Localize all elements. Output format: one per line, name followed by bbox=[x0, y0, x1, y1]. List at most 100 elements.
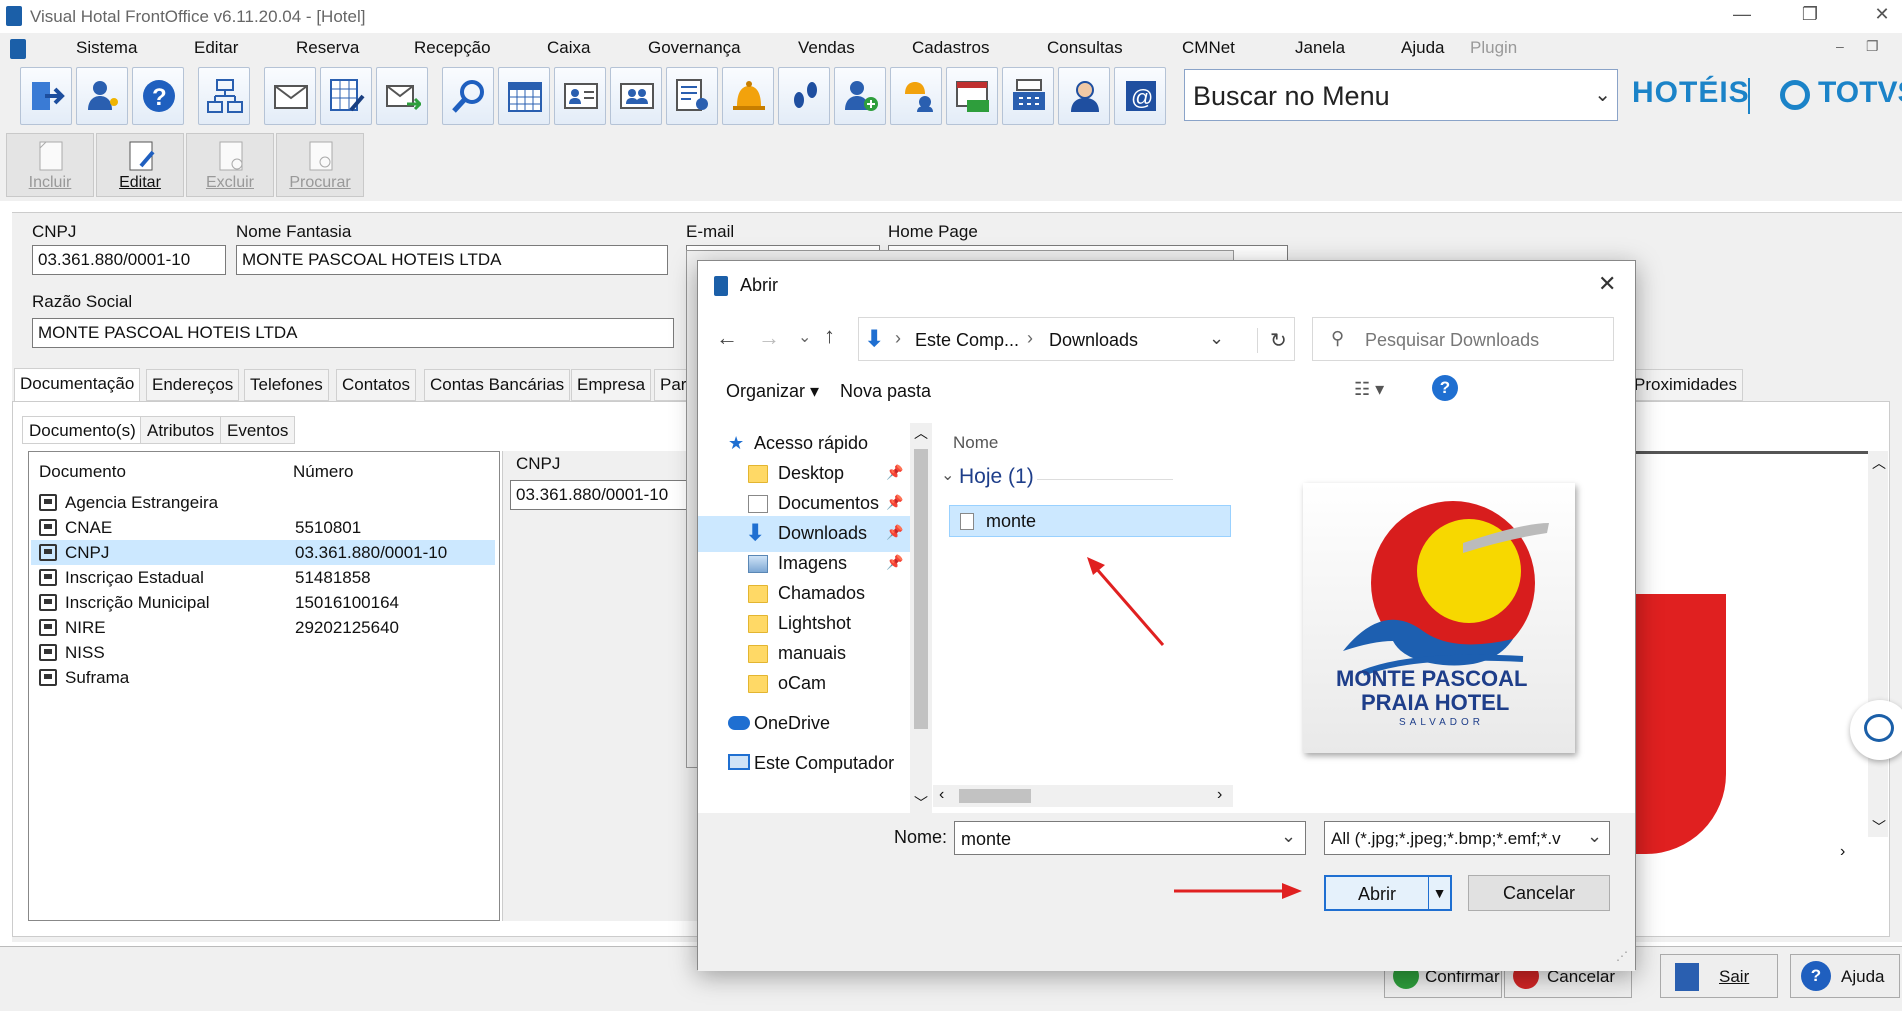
incluir-button[interactable]: Incluir bbox=[6, 133, 94, 197]
chat-widget-button[interactable] bbox=[1850, 700, 1902, 760]
list-item[interactable]: Inscriçao Estadual 51481858 bbox=[31, 565, 495, 590]
tab-proximidades[interactable]: Proximidades bbox=[1628, 369, 1743, 401]
close-button[interactable]: ✕ bbox=[1860, 4, 1902, 30]
menu-editar[interactable]: Editar bbox=[194, 38, 238, 58]
sair-button[interactable]: Sair bbox=[1660, 954, 1778, 998]
name-dropdown-icon[interactable]: ⌄ bbox=[1281, 826, 1296, 847]
menu-consultas[interactable]: Consultas bbox=[1047, 38, 1123, 58]
edit-grid-tool-button[interactable] bbox=[320, 67, 372, 125]
scroll-up-icon[interactable]: ︿ bbox=[914, 423, 928, 443]
view-options-icon[interactable]: ☷ ▾ bbox=[1354, 379, 1384, 400]
ajuda-button[interactable]: ? Ajuda bbox=[1790, 954, 1900, 998]
list-item[interactable]: CNAE 5510801 bbox=[31, 515, 495, 540]
staff-tool-button[interactable] bbox=[890, 67, 942, 125]
search-downloads-input[interactable]: ⚲ Pesquisar Downloads bbox=[1312, 317, 1614, 361]
editar-button[interactable]: Editar bbox=[96, 133, 184, 197]
send-mail-tool-button[interactable] bbox=[376, 67, 428, 125]
name-input[interactable]: monte ⌄ bbox=[954, 821, 1306, 855]
file-type-select[interactable]: All (*.jpg;*.jpeg;*.bmp;*.emf;*.v ⌄ bbox=[1324, 821, 1610, 855]
back-arrow-icon[interactable]: ← bbox=[716, 325, 738, 351]
tab-contas-bancarias[interactable]: Contas Bancárias bbox=[424, 369, 571, 401]
menu-plugin[interactable]: Plugin bbox=[1470, 38, 1517, 58]
mdi-minimize-button[interactable]: – bbox=[1836, 38, 1844, 54]
tab-empresa[interactable]: Empresa bbox=[571, 369, 652, 401]
hscroll-thumb[interactable] bbox=[959, 789, 1031, 803]
exit-tool-button[interactable] bbox=[20, 67, 72, 125]
calendar-tool-button[interactable] bbox=[498, 67, 550, 125]
address-bar[interactable]: ⬇ › Este Comp... › Downloads ⌄ ↻ bbox=[858, 317, 1295, 361]
scroll-left-icon[interactable]: ‹ bbox=[939, 786, 944, 804]
help-tool-button[interactable]: ? bbox=[132, 67, 184, 125]
breadcrumb-downloads[interactable]: Downloads bbox=[1049, 330, 1138, 351]
menu-search-combo[interactable]: Buscar no Menu ⌄ bbox=[1184, 69, 1618, 121]
abrir-split-icon[interactable]: ▼ bbox=[1428, 877, 1450, 909]
tab-enderecos[interactable]: Endereços bbox=[146, 369, 240, 401]
guest-card-tool-button[interactable] bbox=[554, 67, 606, 125]
recent-chevron-icon[interactable]: ⌄ bbox=[798, 327, 811, 347]
chevron-down-icon[interactable]: ⌄ bbox=[1594, 82, 1611, 107]
list-item[interactable]: NIRE 29202125640 bbox=[31, 615, 495, 640]
nav-scrollbar[interactable]: ︿ ﹀ bbox=[910, 423, 932, 813]
email-at-tool-button[interactable]: @ bbox=[1114, 67, 1166, 125]
file-type-dropdown-icon[interactable]: ⌄ bbox=[1587, 826, 1602, 847]
restore-button[interactable]: ❐ bbox=[1788, 4, 1832, 30]
scroll-down-icon[interactable]: ﹀ bbox=[1872, 817, 1886, 837]
nav-este-computador[interactable]: Este Computador bbox=[698, 746, 910, 782]
nova-pasta-button[interactable]: Nova pasta bbox=[840, 381, 931, 402]
subtab-atributos[interactable]: Atributos bbox=[140, 416, 222, 444]
billing-tool-button[interactable] bbox=[946, 67, 998, 125]
scroll-up-icon[interactable]: ︿ bbox=[1872, 453, 1886, 473]
group-header[interactable]: Hoje (1) bbox=[959, 465, 1034, 489]
abrir-button[interactable]: Abrir ▼ bbox=[1324, 875, 1452, 911]
tab-documentacao[interactable]: Documentação bbox=[14, 368, 141, 402]
menu-janela[interactable]: Janela bbox=[1295, 38, 1345, 58]
search-tool-button[interactable] bbox=[442, 67, 494, 125]
menu-governanca[interactable]: Governança bbox=[648, 38, 741, 58]
scroll-thumb[interactable] bbox=[914, 449, 928, 729]
documents-list[interactable]: Documento Número Agencia Estrangeira CNA… bbox=[28, 451, 500, 921]
tab-telefones[interactable]: Telefones bbox=[244, 369, 329, 401]
footsteps-tool-button[interactable] bbox=[778, 67, 830, 125]
breadcrumb-este-comp[interactable]: Este Comp... bbox=[915, 330, 1019, 351]
report-tool-button[interactable] bbox=[666, 67, 718, 125]
menu-vendas[interactable]: Vendas bbox=[798, 38, 855, 58]
right-vscroll[interactable]: ︿ ﹀ bbox=[1868, 451, 1888, 837]
razao-field[interactable]: MONTE PASCOAL HOTEIS LTDA bbox=[32, 318, 674, 348]
menu-sistema[interactable]: Sistema bbox=[76, 38, 137, 58]
user-key-tool-button[interactable] bbox=[76, 67, 128, 125]
procurar-button[interactable]: Procurar bbox=[276, 133, 364, 197]
list-item[interactable]: Agencia Estrangeira bbox=[31, 490, 495, 515]
menu-ajuda[interactable]: Ajuda bbox=[1401, 38, 1444, 58]
group-collapse-icon[interactable]: ⌄ bbox=[941, 465, 954, 485]
dialog-close-icon[interactable]: ✕ bbox=[1598, 271, 1616, 297]
menu-recepcao[interactable]: Recepção bbox=[414, 38, 491, 58]
tab-contatos[interactable]: Contatos bbox=[336, 369, 417, 401]
cnpj-field[interactable]: 03.361.880/0001-10 bbox=[32, 245, 226, 275]
bell-tool-button[interactable] bbox=[722, 67, 774, 125]
network-tool-button[interactable] bbox=[198, 67, 250, 125]
excluir-button[interactable]: Excluir bbox=[186, 133, 274, 197]
dialog-cancel-button[interactable]: Cancelar bbox=[1468, 875, 1610, 911]
subtab-documentos[interactable]: Documento(s) bbox=[22, 416, 143, 444]
nav-onedrive[interactable]: OneDrive bbox=[698, 706, 910, 742]
cash-register-tool-button[interactable] bbox=[1002, 67, 1054, 125]
list-item[interactable]: Suframa bbox=[31, 665, 495, 690]
menu-caixa[interactable]: Caixa bbox=[547, 38, 590, 58]
subtab-eventos[interactable]: Eventos bbox=[220, 416, 296, 444]
menu-cadastros[interactable]: Cadastros bbox=[912, 38, 989, 58]
guests-tool-button[interactable] bbox=[610, 67, 662, 125]
dialog-help-icon[interactable]: ? bbox=[1432, 375, 1458, 401]
mail-tool-button[interactable] bbox=[264, 67, 316, 125]
organizar-menu[interactable]: Organizar ▾ bbox=[726, 381, 819, 402]
hscroll[interactable]: ‹ › bbox=[933, 785, 1233, 807]
mdi-restore-button[interactable]: ❐ bbox=[1866, 38, 1879, 55]
refresh-icon[interactable]: ↻ bbox=[1257, 328, 1287, 353]
fantasia-field[interactable]: MONTE PASCOAL HOTEIS LTDA bbox=[236, 245, 668, 275]
list-item[interactable]: CNPJ 03.361.880/0001-10 bbox=[31, 540, 495, 565]
address-dropdown-icon[interactable]: ⌄ bbox=[1209, 328, 1224, 349]
forward-arrow-icon[interactable]: → bbox=[758, 325, 780, 351]
detail-field[interactable]: 03.361.880/0001-10 bbox=[510, 480, 698, 510]
nav-ocam[interactable]: oCam bbox=[698, 666, 910, 702]
menu-cmnet[interactable]: CMNet bbox=[1182, 38, 1235, 58]
up-arrow-icon[interactable]: ↑ bbox=[824, 323, 835, 349]
